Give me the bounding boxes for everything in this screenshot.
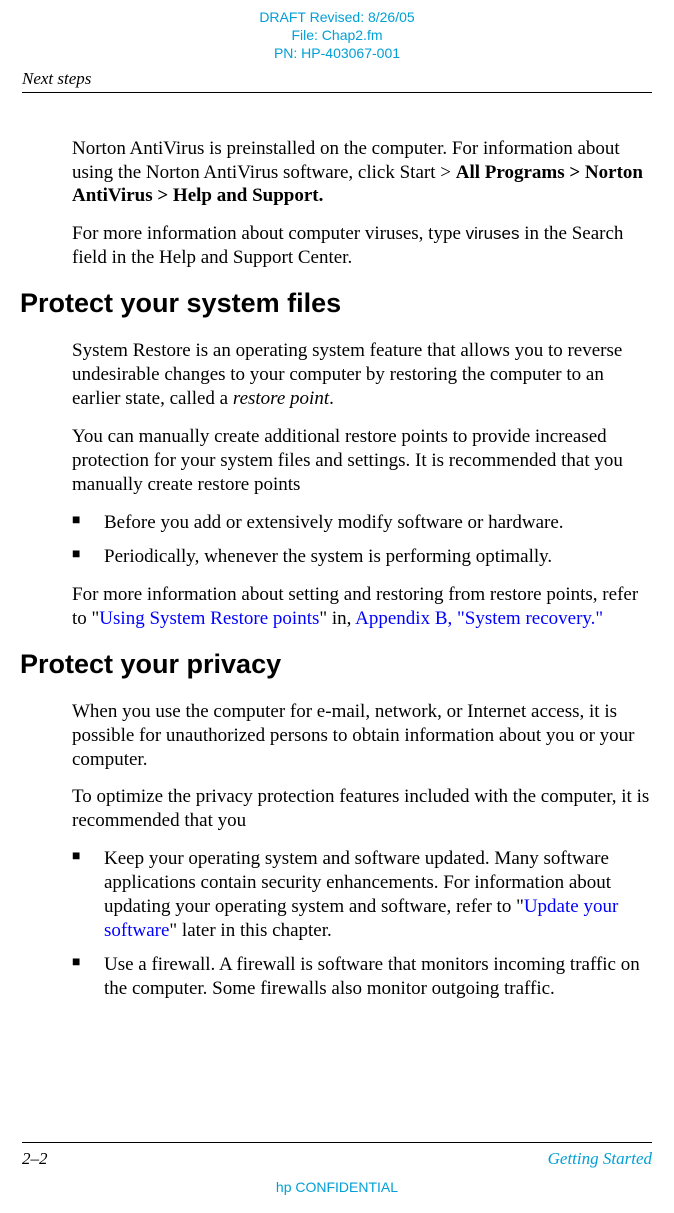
bullet-list-restore: Before you add or extensively modify sof… <box>72 511 652 569</box>
section-header: Next steps <box>0 63 674 92</box>
draft-header: DRAFT Revised: 8/26/05 File: Chap2.fm PN… <box>0 0 674 63</box>
paragraph-antivirus-intro: Norton AntiVirus is preinstalled on the … <box>72 137 652 209</box>
heading-protect-privacy: Protect your privacy <box>20 649 652 680</box>
paragraph-restore-refer: For more information about setting and r… <box>72 583 652 631</box>
text: For more information about computer viru… <box>72 223 466 244</box>
footer-confidential: hp CONFIDENTIAL <box>0 1179 674 1195</box>
paragraph-privacy-intro: When you use the computer for e-mail, ne… <box>72 700 652 772</box>
draft-line-1: DRAFT Revised: 8/26/05 <box>0 8 674 26</box>
footer-doc-title: Getting Started <box>548 1149 652 1169</box>
text: System Restore is an operating system fe… <box>72 340 622 409</box>
footer-page-number: 2–2 <box>22 1149 48 1169</box>
list-item: Use a firewall. A firewall is software t… <box>72 953 652 1001</box>
paragraph-restore-points: You can manually create additional resto… <box>72 425 652 497</box>
text: " in, <box>319 608 355 629</box>
paragraph-viruses-search: For more information about computer viru… <box>72 222 652 270</box>
paragraph-system-restore: System Restore is an operating system fe… <box>72 339 652 411</box>
paragraph-privacy-optimize: To optimize the privacy protection featu… <box>72 785 652 833</box>
draft-line-2: File: Chap2.fm <box>0 26 674 44</box>
link-appendix-b[interactable]: Appendix B, "System recovery." <box>355 608 603 629</box>
footer-rule <box>22 1142 652 1143</box>
page-footer: 2–2 Getting Started hp CONFIDENTIAL <box>0 1142 674 1195</box>
list-item: Before you add or extensively modify sof… <box>72 511 652 535</box>
draft-line-3: PN: HP-403067-001 <box>0 44 674 62</box>
text: . <box>329 388 334 409</box>
main-content: Norton AntiVirus is preinstalled on the … <box>0 93 674 1001</box>
text: " later in this chapter. <box>169 920 331 941</box>
text-mono: viruses <box>466 224 520 243</box>
list-item: Keep your operating system and software … <box>72 847 652 943</box>
heading-protect-system-files: Protect your system files <box>20 288 652 319</box>
bullet-list-privacy: Keep your operating system and software … <box>72 847 652 1001</box>
list-item: Periodically, whenever the system is per… <box>72 545 652 569</box>
link-system-restore-points[interactable]: Using System Restore points <box>99 608 319 629</box>
text-italic: restore point <box>233 388 329 409</box>
